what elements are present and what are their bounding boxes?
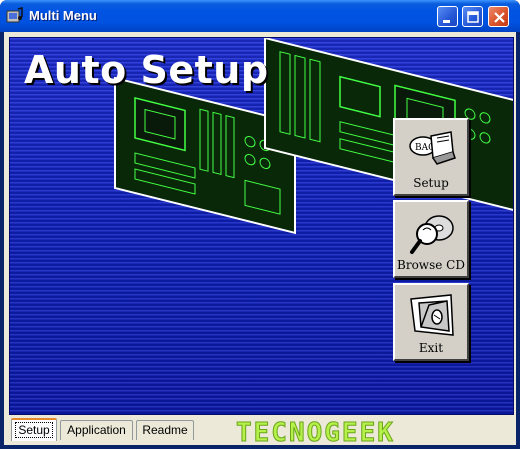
multi-menu-window: Multi Menu Auto Setup BAC Setup Browse C… [0, 0, 520, 449]
setup-button[interactable]: BAC Setup [393, 118, 469, 196]
tab-readme[interactable]: Readme [136, 420, 194, 440]
minimize-icon [443, 20, 450, 23]
title-bar[interactable]: Multi Menu [0, 0, 520, 32]
tab-application[interactable]: Application [60, 420, 133, 440]
tab-application-label: Application [67, 423, 126, 437]
setup-hdd-icon: BAC [409, 131, 456, 165]
exit-button-label: Exit [418, 341, 444, 355]
auto-setup-banner: Auto Setup BAC Setup Browse CD Exit [9, 37, 514, 415]
exit-door-icon [410, 294, 454, 336]
maximize-icon [467, 11, 479, 23]
watermark-logo: TECNOGEEK [236, 418, 395, 448]
browse-cd-magnifier-icon [410, 215, 454, 254]
setup-button-label: Setup [413, 176, 449, 190]
browse-cd-button-label: Browse CD [397, 258, 465, 272]
tab-readme-label: Readme [142, 423, 188, 437]
window-client-area: Auto Setup BAC Setup Browse CD Exit Setu… [4, 32, 516, 445]
close-icon [494, 12, 505, 23]
minimize-button[interactable] [437, 6, 458, 27]
tab-setup-label: Setup [15, 422, 53, 438]
tab-setup[interactable]: Setup [11, 418, 57, 441]
multimedia-note-icon [6, 7, 23, 23]
banner-title: Auto Setup [24, 48, 269, 92]
close-button[interactable] [488, 6, 509, 27]
window-title: Multi Menu [29, 8, 97, 23]
browse-cd-button[interactable]: Browse CD [393, 200, 469, 278]
maximize-button[interactable] [462, 6, 483, 27]
exit-button[interactable]: Exit [393, 283, 469, 361]
